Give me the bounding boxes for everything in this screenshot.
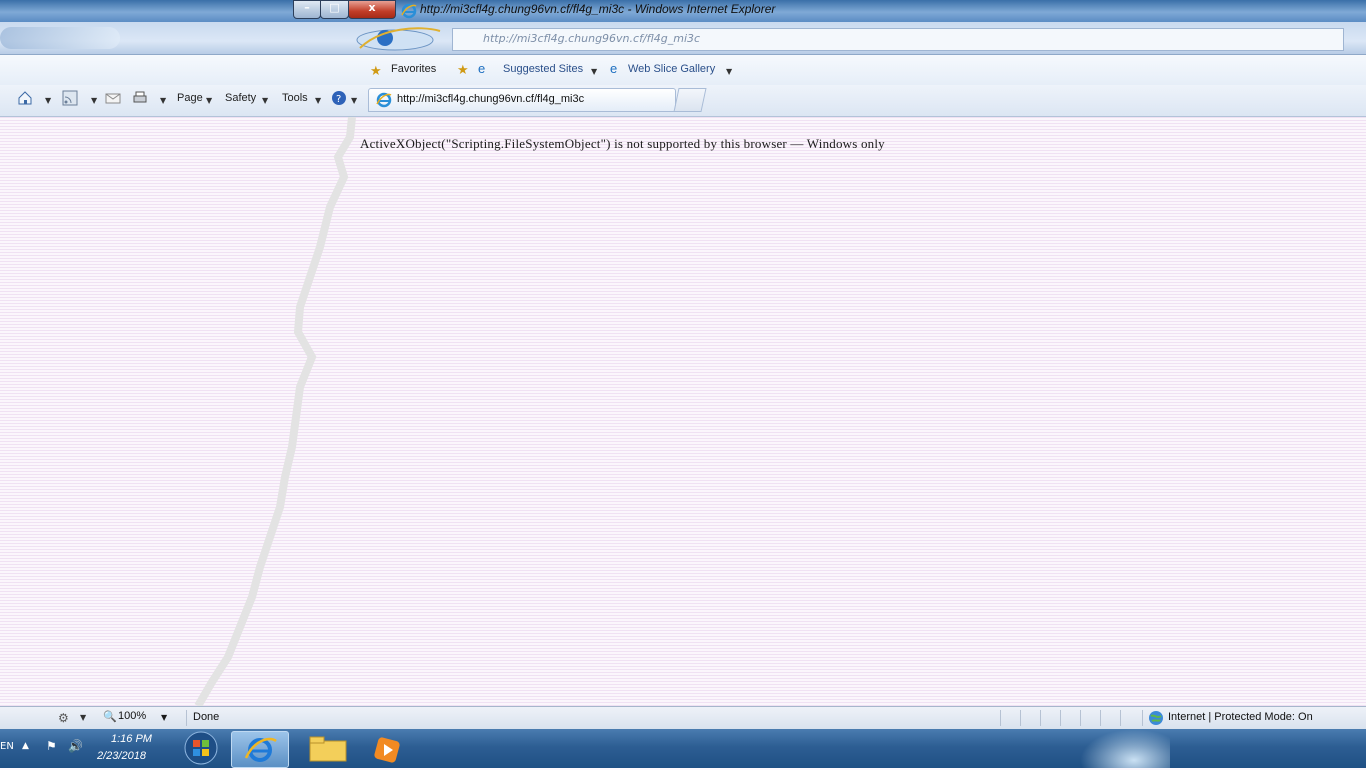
security-dropdown-icon[interactable]: ▼ [80,713,86,722]
address-input[interactable]: http://mi3cfl4g.chung96vn.cf/fl4g_mi3c [452,28,1344,51]
taskbar-media-player-button[interactable] [362,731,418,766]
start-button-windows-icon[interactable] [182,731,220,766]
status-separator [1120,710,1121,726]
safety-menu[interactable]: Safety [225,92,256,104]
status-text: Done [193,711,220,723]
title-bar: – □ x http://mi3cfl4g.chung96vn.cf/fl4g_… [0,0,1366,22]
status-bar: ⚙ ▼ 🔍 100% ▼ Done Internet | Protected M… [0,706,1366,729]
zoom-icon[interactable]: 🔍 [103,710,117,723]
safety-dropdown-icon[interactable]: ▼ [262,96,268,105]
command-bar: ▼ ▼ ▼ Page ▼ Safety ▼ Tools ▼ ? ▼ http:/… [0,85,1366,117]
internet-zone-globe-icon [1149,711,1163,725]
web-slice-icon: e [610,61,618,76]
status-separator [1100,710,1101,726]
page-menu[interactable]: Page [177,92,203,104]
security-zone-text[interactable]: Internet | Protected Mode: On [1168,711,1313,723]
print-dropdown-icon[interactable]: ▼ [160,96,166,105]
suggested-sites-dropdown-icon[interactable]: ▼ [591,67,597,76]
browser-tab[interactable]: http://mi3cfl4g.chung96vn.cf/fl4g_mi3c [368,88,676,112]
maximize-button[interactable]: □ [320,0,349,19]
window-title: http://mi3cfl4g.chung96vn.cf/fl4g_mi3c -… [420,2,776,16]
home-dropdown-icon[interactable]: ▼ [45,96,51,105]
ie-icon [401,3,417,19]
taskbar-windows-explorer-button[interactable] [302,731,358,766]
taskbar: EN ▲ ⚑ 🔊 1:16 PM 2/23/2018 [0,729,1366,768]
page-content: ActiveXObject("Scripting.FileSystemObjec… [0,117,1366,706]
close-button[interactable]: x [348,0,396,19]
action-center-flag-icon[interactable]: ⚑ [46,739,57,753]
suggested-sites-icon: e [478,61,486,76]
media-player-icon [374,737,400,763]
status-separator [186,710,187,726]
tools-dropdown-icon[interactable]: ▼ [315,96,321,105]
address-url: http://mi3cfl4g.chung96vn.cf/fl4g_mi3c [483,32,701,45]
address-row: http://mi3cfl4g.chung96vn.cf/fl4g_mi3c [0,22,1366,55]
favorites-star-icon[interactable]: ★ [370,64,382,79]
help-icon[interactable]: ? [331,90,347,106]
ie-logo-icon [356,27,441,51]
volume-icon[interactable]: 🔊 [68,739,83,753]
status-separator [1060,710,1061,726]
web-slice-gallery-link[interactable]: Web Slice Gallery [628,63,715,75]
new-tab-button[interactable] [673,88,707,112]
status-separator [1040,710,1041,726]
suggested-sites-link[interactable]: Suggested Sites [503,63,583,75]
add-favorite-icon[interactable]: ★ [457,63,469,78]
taskbar-internet-explorer-button[interactable] [231,731,289,768]
status-separator [1080,710,1081,726]
back-forward-buttons[interactable] [0,27,120,49]
home-icon[interactable] [17,90,33,106]
favorites-button[interactable]: Favorites [391,63,436,75]
feeds-dropdown-icon[interactable]: ▼ [91,96,97,105]
status-separator [1142,710,1143,726]
security-icon[interactable]: ⚙ [58,711,69,725]
status-separator [1000,710,1001,726]
folder-icon [309,736,347,762]
page-dropdown-icon[interactable]: ▼ [206,96,212,105]
svg-text:?: ? [336,94,341,105]
zoom-dropdown-icon[interactable]: ▼ [161,713,167,722]
glitch-artifact [194,117,356,706]
mail-icon[interactable] [105,90,121,106]
status-separator [1020,710,1021,726]
feeds-icon[interactable] [62,90,78,106]
zoom-level[interactable]: 100% [118,710,146,722]
page-text: ActiveXObject("Scripting.FileSystemObjec… [360,136,885,151]
help-dropdown-icon[interactable]: ▼ [351,96,357,105]
language-indicator[interactable]: EN [0,741,14,752]
tab-ie-icon [376,92,392,108]
favorites-bar: ★ Favorites ★ e Suggested Sites ▼ e Web … [0,55,1366,85]
print-icon[interactable] [132,90,148,106]
show-desktop-glow [1080,729,1170,768]
show-hidden-icons-icon[interactable]: ▲ [22,741,29,751]
internet-explorer-icon [244,737,277,762]
tools-menu[interactable]: Tools [282,92,308,104]
web-slice-dropdown-icon[interactable]: ▼ [726,67,732,76]
tab-title: http://mi3cfl4g.chung96vn.cf/fl4g_mi3c [397,93,585,105]
clock-date[interactable]: 2/23/2018 [97,750,146,762]
minimize-button[interactable]: – [293,0,321,19]
clock-time[interactable]: 1:16 PM [111,733,152,745]
